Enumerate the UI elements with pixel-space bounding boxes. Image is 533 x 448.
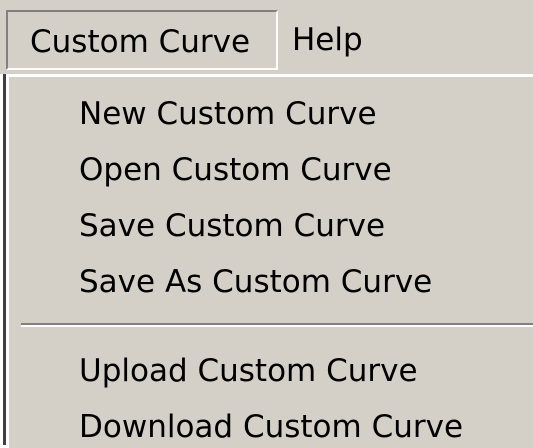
menu-custom-curve[interactable]: Custom Curve: [6, 10, 278, 70]
menu-item-label: Open Custom Curve: [79, 152, 392, 188]
menu-item-new-custom-curve[interactable]: New Custom Curve: [79, 85, 377, 143]
menu-help-label: Help: [292, 22, 363, 58]
menu-item-save-as-custom-curve[interactable]: Save As Custom Curve: [79, 253, 432, 311]
menu-item-label: Save As Custom Curve: [79, 264, 433, 300]
menu-help[interactable]: Help: [292, 10, 402, 70]
menu-item-save-custom-curve[interactable]: Save Custom Curve: [79, 197, 385, 255]
menu-item-download-custom-curve[interactable]: Download Custom Curve: [79, 398, 463, 448]
menu-item-label: Download Custom Curve: [79, 409, 464, 445]
custom-curve-dropdown-menu: New Custom Curve Open Custom Curve Save …: [6, 74, 533, 448]
menu-item-label: Save Custom Curve: [79, 208, 386, 244]
menu-item-upload-custom-curve[interactable]: Upload Custom Curve: [79, 342, 418, 400]
menu-item-label: Upload Custom Curve: [79, 353, 418, 389]
menu-bar: Custom Curve Help: [0, 0, 533, 74]
menu-item-label: New Custom Curve: [79, 96, 377, 132]
menu-item-open-custom-curve[interactable]: Open Custom Curve: [79, 141, 392, 199]
menu-separator: [21, 323, 533, 327]
menu-custom-curve-label: Custom Curve: [30, 24, 251, 60]
